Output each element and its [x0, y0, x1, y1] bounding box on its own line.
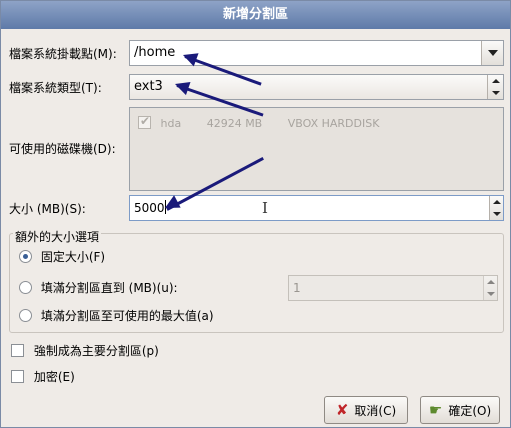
drive-name: hda: [160, 117, 182, 130]
size-value[interactable]: 5000: [134, 201, 165, 215]
cancel-button[interactable]: ✘ 取消(C): [324, 396, 408, 424]
drive-size: 42924 MB: [206, 117, 263, 130]
size-spin-buttons[interactable]: [489, 196, 503, 220]
fill-to-option[interactable]: 填滿分割區直到 (MB)(u):: [19, 280, 178, 296]
force-primary-label: 強制成為主要分割區(p): [33, 344, 159, 358]
cancel-button-label: 取消(C): [354, 403, 397, 418]
fill-max-option[interactable]: 填滿分割區至可使用的最大值(a): [19, 308, 214, 324]
fixed-size-label: 固定大小(F): [40, 250, 106, 264]
size-options-title: 額外的大小選項: [13, 228, 102, 245]
fill-to-value: 1: [293, 281, 301, 295]
dialog-title: 新增分割區: [1, 1, 510, 29]
force-primary-checkbox[interactable]: [11, 344, 24, 357]
ok-button[interactable]: ☛ 確定(O): [420, 396, 500, 424]
fill-to-spin-buttons[interactable]: [483, 276, 497, 300]
chevron-down-icon: [487, 50, 498, 56]
fill-to-label: 填滿分割區直到 (MB)(u):: [40, 281, 178, 295]
ok-button-label: 確定(O): [448, 403, 492, 418]
mount-point-dropdown-button[interactable]: [481, 41, 503, 65]
mount-point-label: 檔案系統掛載點(M):: [9, 47, 117, 61]
fill-max-radio[interactable]: [19, 309, 32, 322]
checkmark-icon: ✔: [140, 114, 151, 128]
add-partition-dialog: 新增分割區 檔案系統掛載點(M): /home 檔案系統類型(T): ext3 …: [0, 0, 511, 428]
fixed-size-option[interactable]: 固定大小(F): [19, 249, 105, 265]
drives-label: 可使用的磁碟機(D):: [9, 142, 116, 156]
mount-point-value[interactable]: /home: [134, 45, 175, 60]
encrypt-label: 加密(E): [33, 370, 75, 384]
size-label: 大小 (MB)(S):: [9, 202, 86, 216]
drive-checkbox[interactable]: ✔: [138, 114, 151, 129]
fill-to-spinbox[interactable]: 1: [288, 275, 498, 301]
spin-up-icon[interactable]: [492, 200, 501, 204]
fill-to-radio[interactable]: [19, 281, 32, 294]
force-primary-option[interactable]: 強制成為主要分割區(p): [11, 343, 159, 359]
drive-row-hda[interactable]: ✔ hda 42924 MB VBOX HARDDISK: [138, 114, 380, 130]
fixed-size-radio[interactable]: [19, 250, 32, 263]
encrypt-checkbox[interactable]: [11, 370, 24, 383]
ok-thumb-icon: ☛: [428, 401, 443, 419]
cancel-x-icon: ✘: [335, 401, 349, 419]
drives-list[interactable]: ✔ hda 42924 MB VBOX HARDDISK: [129, 107, 504, 191]
fs-type-label: 檔案系統類型(T):: [9, 81, 102, 95]
fill-max-label: 填滿分割區至可使用的最大值(a): [40, 309, 214, 323]
encrypt-option[interactable]: 加密(E): [11, 369, 75, 385]
spin-down-icon[interactable]: [492, 212, 501, 216]
ibeam-cursor-icon: I: [262, 199, 268, 217]
fs-type-value: ext3: [134, 79, 163, 94]
fs-type-updown-icon: [487, 75, 503, 99]
drive-model: VBOX HARDDISK: [287, 117, 380, 130]
